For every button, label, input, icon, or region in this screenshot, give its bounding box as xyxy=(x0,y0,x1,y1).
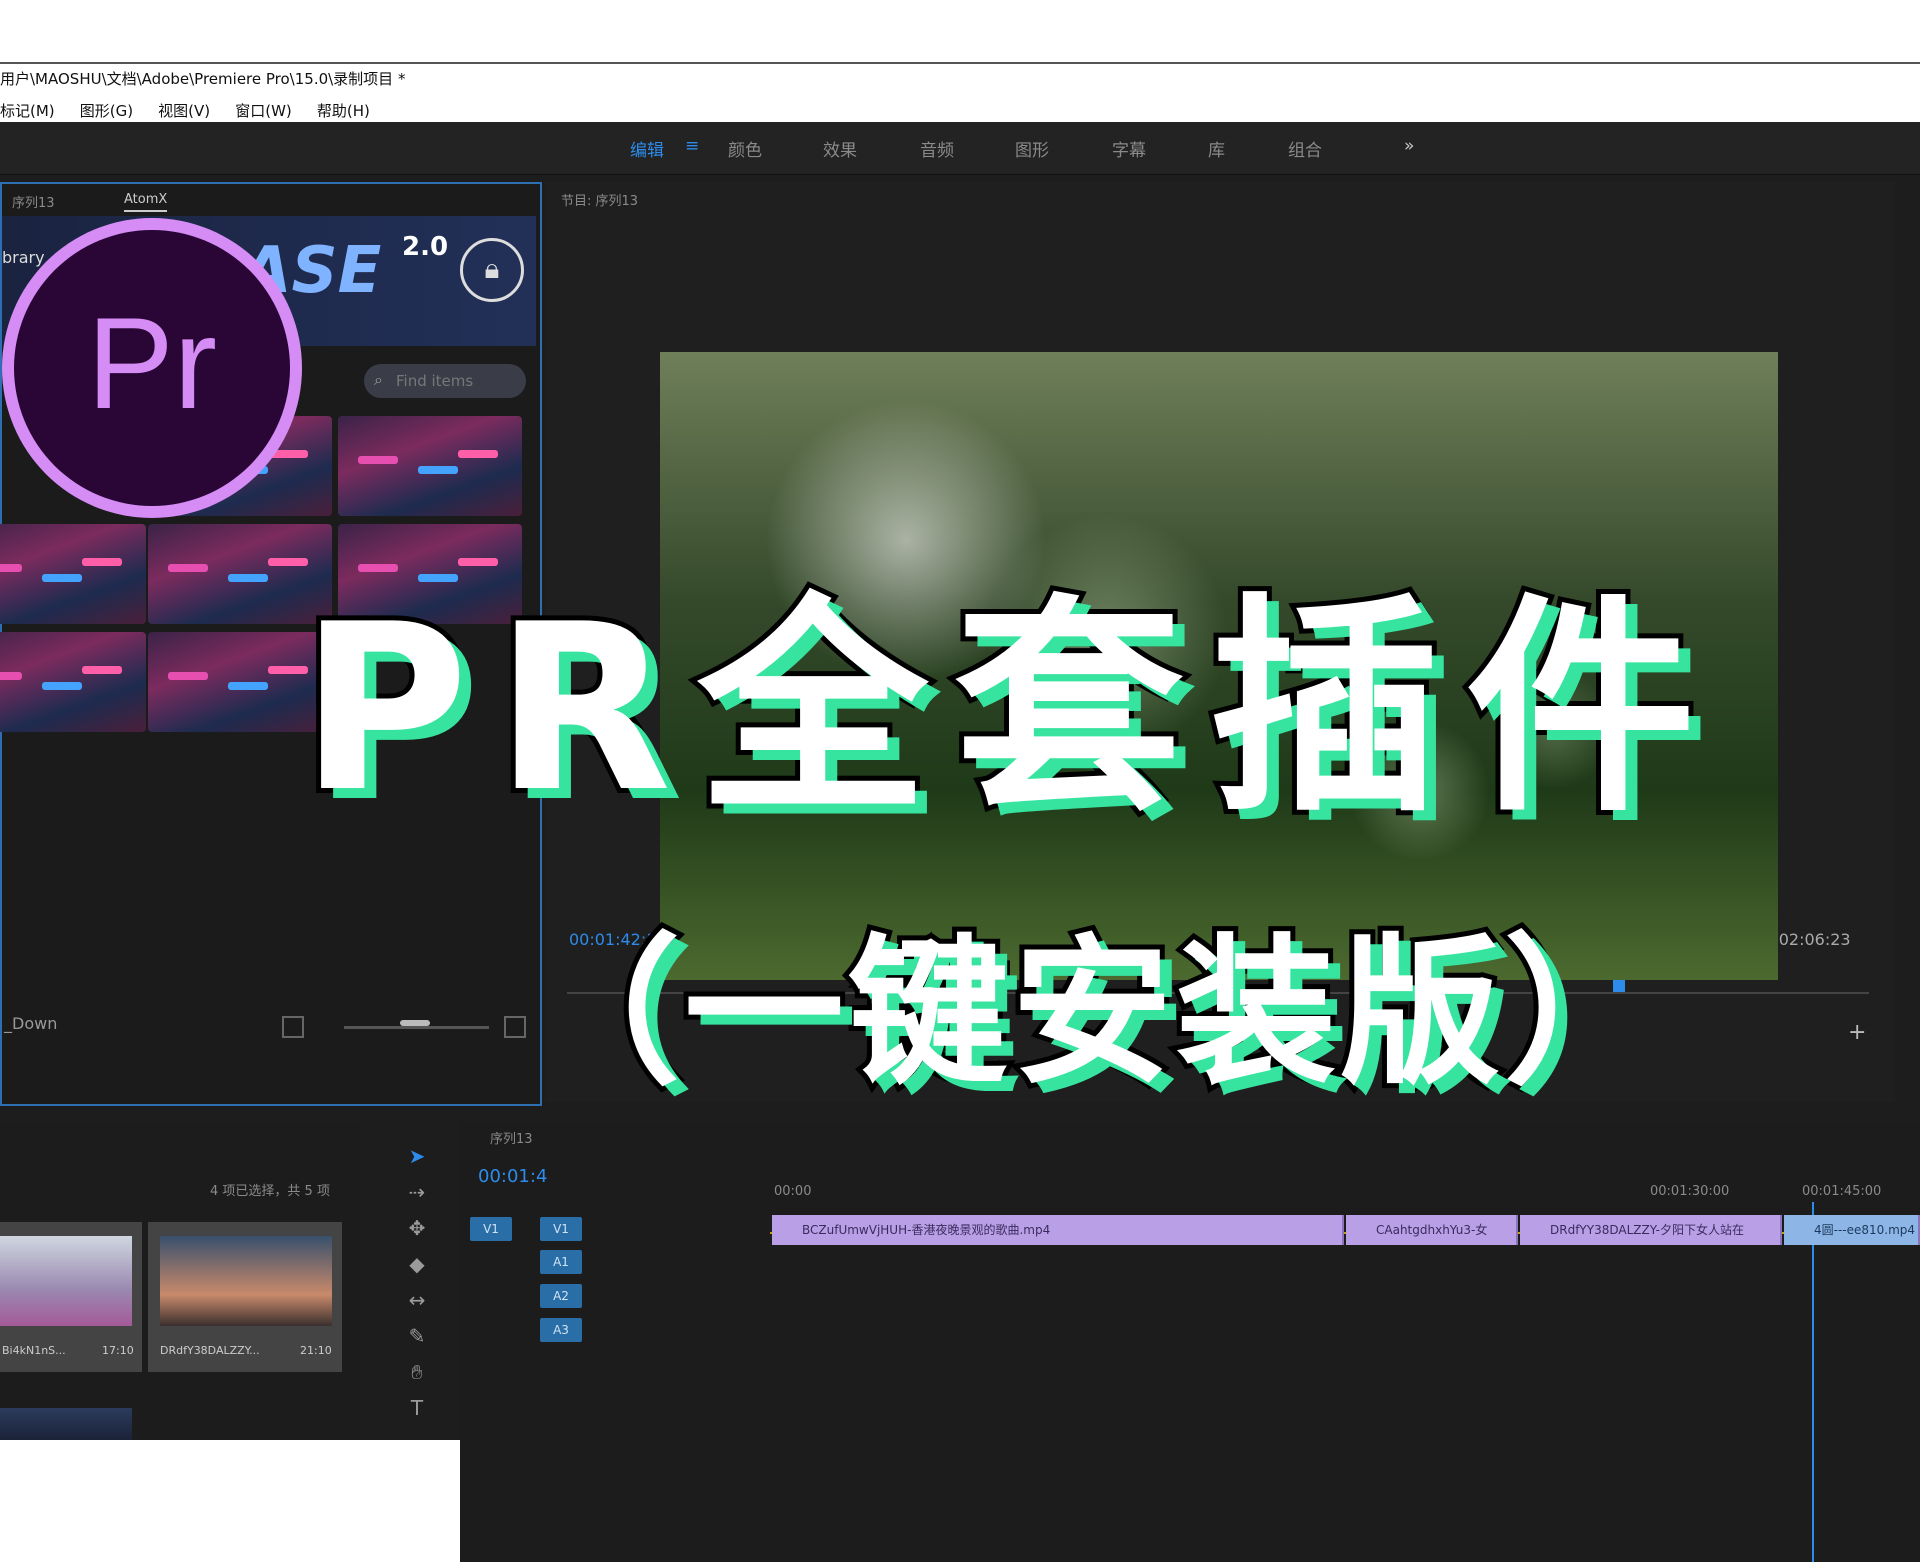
premiere-logo: Pr xyxy=(2,218,302,518)
search-icon: ⌕ xyxy=(374,370,383,389)
template-thumb[interactable] xyxy=(338,416,522,516)
menu-view[interactable]: 视图(V) xyxy=(158,100,210,121)
item-thumbnail xyxy=(0,1236,132,1326)
ruler-label-1-45: 00:01:45:00 xyxy=(1802,1184,1882,1199)
template-thumb[interactable] xyxy=(0,524,146,624)
slider-handle[interactable] xyxy=(400,1020,430,1026)
item-thumbnail xyxy=(0,1408,132,1440)
brand-version: 2.0 xyxy=(402,232,449,262)
timeline-clip[interactable]: DRdfYY38DALZZY-夕阳下女人站在 xyxy=(1520,1215,1782,1245)
tab-sequence[interactable]: 序列13 xyxy=(12,192,55,211)
premiere-logo-text: Pr xyxy=(87,290,217,436)
workspace-assembly[interactable]: 组合 xyxy=(1288,136,1322,161)
overlay-subtitle: （一键安装版） xyxy=(515,914,1669,1111)
workspace-edit[interactable]: 编辑 xyxy=(630,136,664,161)
item-thumbnail xyxy=(160,1236,332,1326)
menu-graphics[interactable]: 图形(G) xyxy=(80,100,133,121)
hand-tool-icon[interactable]: ✋︎ xyxy=(405,1360,429,1384)
grid-view-icon[interactable] xyxy=(282,1016,304,1038)
type-tool-icon[interactable]: T xyxy=(405,1396,429,1420)
overlay-title: PR全套插件 xyxy=(295,575,1722,845)
workspace-effects[interactable]: 效果 xyxy=(823,136,857,161)
window-titlebar: 用户\MAOSHU\文档\Adobe\Premiere Pro\15.0\录制项… xyxy=(0,62,1920,124)
menu-bar: 标记(M) 图形(G) 视图(V) 窗口(W) 帮助(H) xyxy=(0,100,390,122)
selection-info: 4 项已选择，共 5 项 xyxy=(210,1184,330,1199)
ripple-edit-tool-icon[interactable]: ✥ xyxy=(405,1216,429,1240)
library-footer-label: _Down xyxy=(4,1014,58,1033)
slip-tool-icon[interactable]: ↔ xyxy=(405,1288,429,1312)
thumb-size-slider[interactable] xyxy=(344,1026,489,1029)
timeline-playhead[interactable] xyxy=(1812,1202,1814,1562)
menu-window[interactable]: 窗口(W) xyxy=(235,100,292,121)
menu-marker[interactable]: 标记(M) xyxy=(0,100,55,121)
item-duration: 17:10 xyxy=(102,1344,134,1357)
ruler-label-1-30: 00:01:30:00 xyxy=(1650,1184,1730,1199)
timeline-clip[interactable]: BCZufUmwVjHUH-香港夜晚景观的歌曲.mp4 xyxy=(772,1215,1344,1245)
project-panel: 4 项已选择，共 5 项 Bi4kN1nS... 17:10 DRdfY38DA… xyxy=(0,1122,360,1440)
cart-icon[interactable]: 🔒︎ xyxy=(460,238,524,302)
timeline-panel: 序列13 00:01:4 00:00 00:01:30:00 00:01:45:… xyxy=(460,1122,1920,1562)
timeline-clip[interactable]: 4圆---ee810.mp4 xyxy=(1784,1215,1920,1245)
template-thumb[interactable] xyxy=(0,632,146,732)
track-a2[interactable]: A2 xyxy=(540,1284,582,1308)
workspace-color[interactable]: 颜色 xyxy=(728,136,762,161)
search-input[interactable]: ⌕ Find items xyxy=(364,364,526,398)
timeline-tab[interactable]: 序列13 xyxy=(490,1128,533,1147)
tab-atomx[interactable]: AtomX xyxy=(124,192,168,212)
track-v1-source[interactable]: V1 xyxy=(470,1217,512,1241)
workspace-more-icon[interactable]: » xyxy=(1404,136,1414,156)
timeline-timecode[interactable]: 00:01:4 xyxy=(478,1166,547,1187)
workspace-library[interactable]: 库 xyxy=(1208,136,1225,161)
workspace-menu-icon[interactable]: ≡ xyxy=(685,136,699,156)
item-name: DRdfY38DALZZY... xyxy=(160,1344,260,1357)
razor-tool-icon[interactable]: ◆ xyxy=(405,1252,429,1276)
add-button-icon[interactable]: + xyxy=(1848,1020,1866,1045)
track-a1[interactable]: A1 xyxy=(540,1250,582,1274)
project-item[interactable]: Bi4kN1nS... 17:10 xyxy=(0,1222,142,1372)
workspace-captions[interactable]: 字幕 xyxy=(1112,136,1146,161)
library-label: brary xyxy=(2,248,45,267)
track-a3[interactable]: A3 xyxy=(540,1318,582,1342)
selection-tool-icon[interactable]: ➤ xyxy=(405,1144,429,1168)
window-path: 用户\MAOSHU\文档\Adobe\Premiere Pro\15.0\录制项… xyxy=(0,70,406,88)
ruler-label-start: 00:00 xyxy=(774,1184,812,1199)
monitor-tab[interactable]: 节目: 序列13 xyxy=(561,190,638,209)
project-item[interactable]: DRdfY38DALZZY... 21:10 xyxy=(148,1222,342,1372)
item-name: Bi4kN1nS... xyxy=(2,1344,66,1357)
timeline-clip[interactable]: CAahtgdhxhYu3-女 xyxy=(1346,1215,1518,1245)
track-v1-target[interactable]: V1 xyxy=(540,1217,582,1241)
search-placeholder: Find items xyxy=(396,372,474,390)
pen-tool-icon[interactable]: ✎ xyxy=(405,1324,429,1348)
track-select-tool-icon[interactable]: ⇢ xyxy=(405,1180,429,1204)
workspace-audio[interactable]: 音频 xyxy=(920,136,954,161)
premiere-logo-inner: Pr xyxy=(14,230,290,506)
workspace-bar: 编辑 ≡ 颜色 效果 音频 图形 字幕 库 组合 » xyxy=(0,122,1920,175)
menu-help[interactable]: 帮助(H) xyxy=(317,100,370,121)
item-duration: 21:10 xyxy=(300,1344,332,1357)
workspace-graphics[interactable]: 图形 xyxy=(1015,136,1049,161)
